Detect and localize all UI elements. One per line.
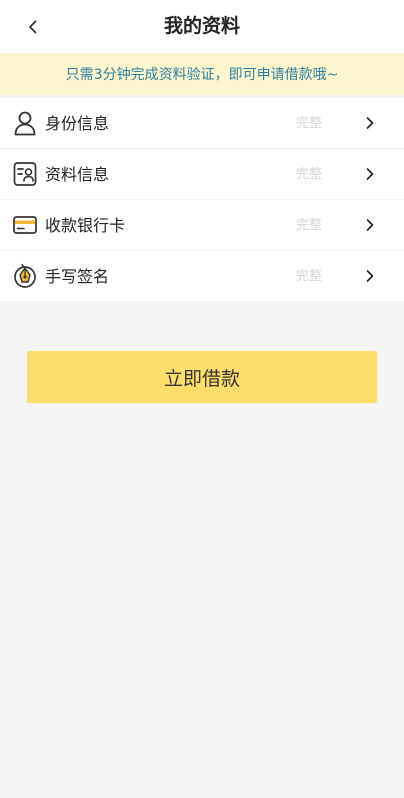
list-item-identity-info[interactable]: 身份信息 完整	[0, 98, 404, 149]
bank-card-icon	[13, 212, 37, 238]
list-item-signature[interactable]: 手写签名 完整	[0, 251, 404, 301]
borrow-now-button[interactable]: 立即借款	[27, 351, 377, 403]
status-text: 完整	[296, 167, 323, 182]
profile-list: 身份信息 完整 资料信息 完整 收款银行卡 完整 手写签名 完整	[0, 98, 404, 301]
chevron-left-icon	[29, 20, 37, 34]
chevron-right-icon	[366, 219, 374, 231]
chevron-right-icon	[366, 117, 374, 129]
page-title: 我的资料	[163, 15, 240, 37]
list-item-label: 资料信息	[45, 165, 110, 184]
status-text: 完整	[296, 269, 323, 284]
chevron-right-icon	[366, 270, 374, 282]
list-item-label: 收款银行卡	[45, 216, 126, 235]
notice-banner: 只需3分钟完成资料验证，即可申请借款哦~	[0, 53, 404, 95]
person-icon	[13, 110, 37, 136]
list-item-bank-card[interactable]: 收款银行卡 完整	[0, 200, 404, 251]
app-header: 我的资料	[0, 0, 404, 53]
signature-pen-icon	[13, 263, 37, 289]
list-item-label: 手写签名	[45, 267, 110, 286]
status-text: 完整	[296, 218, 323, 233]
list-item-profile-info[interactable]: 资料信息 完整	[0, 149, 404, 200]
chevron-right-icon	[366, 168, 374, 180]
back-button[interactable]	[20, 14, 46, 40]
status-text: 完整	[296, 116, 323, 131]
list-item-label: 身份信息	[45, 114, 110, 133]
profile-card-icon	[13, 161, 37, 187]
